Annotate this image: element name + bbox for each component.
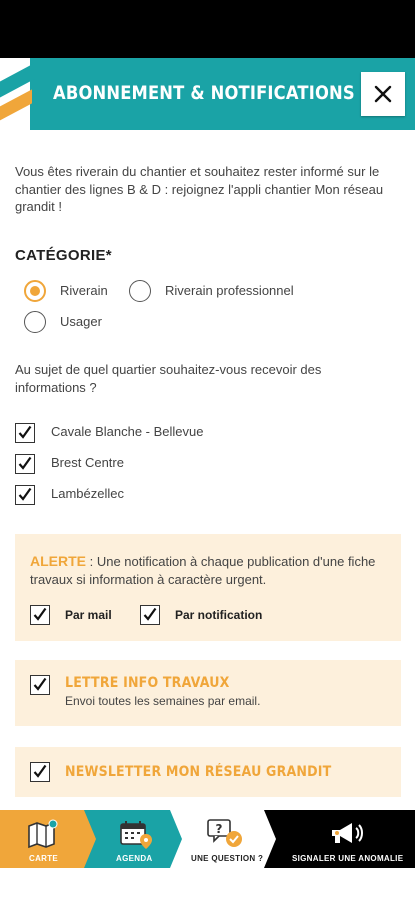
svg-text:?: ? (216, 822, 223, 836)
tab-agenda[interactable]: AGENDA (96, 810, 176, 868)
checkmark-icon (18, 425, 32, 439)
checkmark-icon (33, 677, 47, 691)
tab-label-carte: CARTE (29, 854, 59, 863)
calendar-icon (120, 821, 152, 849)
tab-label-signaler: SIGNALER UNE ANOMALIE (292, 854, 404, 863)
close-button[interactable] (361, 72, 405, 116)
megaphone-icon (332, 823, 363, 843)
radio-label-usager: Usager (60, 314, 102, 329)
checkmark-icon (33, 764, 47, 778)
map-icon (28, 819, 58, 849)
checkmark-icon (33, 607, 47, 621)
lettre-title: LETTRE INFO TRAVAUX (65, 675, 230, 691)
radio-riverain[interactable] (24, 280, 46, 302)
checkbox-label-cavale-blanche: Cavale Blanche - Bellevue (51, 424, 204, 439)
district-question: Au sujet de quel quartier souhaitez-vous… (15, 362, 322, 395)
close-icon (374, 85, 392, 103)
newsletter-title: NEWSLETTER MON RÉSEAU GRANDIT (65, 764, 332, 780)
status-bar (0, 0, 415, 58)
radio-label-riverain: Riverain (60, 283, 108, 298)
checkmark-icon (18, 456, 32, 470)
checkbox-newsletter[interactable] (30, 762, 50, 782)
tab-label-agenda: AGENDA (116, 854, 153, 863)
tab-question[interactable]: ? UNE QUESTION ? (182, 810, 268, 868)
category-title: CATÉGORIE* (15, 247, 112, 264)
radio-label-riverain-professionnel: Riverain professionnel (165, 283, 294, 298)
tab-label-question: UNE QUESTION ? (191, 854, 264, 863)
checkbox-label-lambezellec: Lambézellec (51, 486, 124, 501)
alert-description: ALERTE : Une notification à chaque publi… (30, 552, 390, 589)
checkbox-lettre-info[interactable] (30, 675, 50, 695)
checkbox-par-notification[interactable] (140, 605, 160, 625)
checkbox-cavale-blanche[interactable] (15, 423, 35, 443)
lettre-subtitle: Envoi toutes les semaines par email. (65, 694, 261, 708)
page-title: ABONNEMENT & NOTIFICATIONS (53, 82, 355, 104)
label-par-mail: Par mail (65, 608, 112, 622)
checkbox-par-mail[interactable] (30, 605, 50, 625)
home-indicator[interactable] (136, 884, 279, 889)
tab-carte[interactable]: CARTE (0, 810, 86, 868)
checkbox-label-brest-centre: Brest Centre (51, 455, 124, 470)
intro-text: Vous êtes riverain du chantier et souhai… (15, 164, 384, 214)
checkmark-icon (143, 607, 157, 621)
screen: ABONNEMENT & NOTIFICATIONS Vous êtes riv… (0, 0, 415, 900)
radio-riverain-professionnel[interactable] (129, 280, 151, 302)
label-par-notification: Par notification (175, 608, 263, 622)
tab-signaler[interactable]: SIGNALER UNE ANOMALIE (278, 810, 415, 868)
lettre-panel (15, 660, 401, 726)
checkbox-lambezellec[interactable] (15, 485, 35, 505)
alert-keyword: ALERTE (30, 553, 86, 569)
radio-usager[interactable] (24, 311, 46, 333)
question-icon: ? (207, 819, 242, 847)
checkmark-icon (18, 487, 32, 501)
checkbox-brest-centre[interactable] (15, 454, 35, 474)
